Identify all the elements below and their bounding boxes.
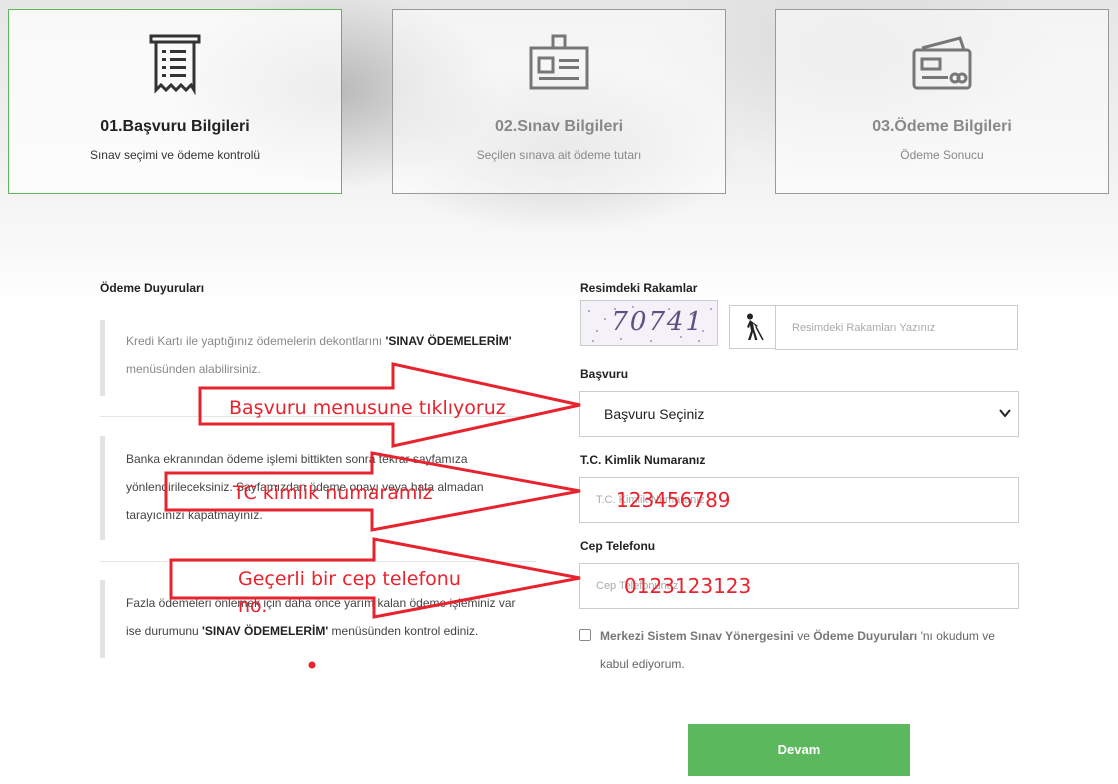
annotation-label-basvuru: Başvuru menusune tıklıyoruz [229,397,506,419]
announcements-heading: Ödeme Duyuruları [100,281,205,295]
annotation-label-phone: Geçerli bir cep telefonu [238,568,461,590]
captcha-digits: 70741 [607,307,707,337]
step-card-odeme[interactable]: 03.Ödeme Bilgileri Ödeme Sonucu [775,9,1109,194]
announcement-text: Kredi Kartı ile yaptığınız ödemelerin de… [126,334,386,348]
captcha-input[interactable] [775,305,1018,350]
agreement-link-yonerge[interactable]: Merkezi Sistem Sınav Yönergesini [600,629,794,643]
step-subtitle: Seçilen sınava ait ödeme tutarı [476,148,642,162]
annotation-dot [308,661,316,669]
agreement-text: Merkezi Sistem Sınav Yönergesini ve Ödem… [600,622,1020,678]
step-title: 03.Ödeme Bilgileri [872,118,1012,135]
application-label: Başvuru [580,367,629,381]
id-badge-icon [529,34,589,90]
agreement-link-duyurular[interactable]: Ödeme Duyuruları [813,629,917,643]
announcement-item: Fazla ödemeleri önlemek için daha önce y… [100,580,536,658]
agreement-text-part: ve [793,629,814,643]
step-card-basvuru[interactable]: 01.Başvuru Bilgileri Sınav seçimi ve öde… [8,9,342,194]
annotation-value-tc: 123456789 [616,488,731,512]
chevron-down-icon [999,409,1011,418]
application-select[interactable]: Başvuru Seçiniz [579,391,1019,437]
tc-label: T.C. Kimlik Numaranız [580,453,706,467]
announcement-bold: 'SINAV ÖDEMELERİM' [385,334,512,348]
phone-label: Cep Telefonu [580,539,656,553]
step-title: 01.Başvuru Bilgileri [100,118,250,135]
step-card-sinav[interactable]: 02.Sınav Bilgileri Seçilen sınava ait öd… [392,9,726,194]
announcement-bold: 'SINAV ÖDEMELERİM' [202,624,329,638]
annotation-label-tc: TC kimlik numaramiz [233,482,433,504]
continue-button[interactable]: Devam [688,724,910,776]
announcement-text: menüsünden alabilirsiniz. [126,362,261,376]
receipt-icon [149,34,201,96]
blind-person-icon [746,313,764,341]
audio-captcha-button[interactable] [729,305,775,349]
captcha-image: 70741 [580,300,718,346]
captcha-label: Resimdeki Rakamlar [580,281,698,295]
announcement-text: menüsünden kontrol ediniz. [328,624,479,638]
step-subtitle: Sınav seçimi ve ödeme kontrolü [89,148,261,162]
divider [100,561,536,562]
step-subtitle: Ödeme Sonucu [900,148,984,162]
application-selected: Başvuru Seçiniz [604,406,705,422]
annotation-label-phone-2: no. [238,595,268,617]
credit-card-icon [912,36,972,90]
step-title: 02.Sınav Bilgileri [494,118,624,135]
annotation-value-phone: 0123123123 [624,574,752,598]
announcement-item: Kredi Kartı ile yaptığınız ödemelerin de… [100,320,536,396]
agreement-checkbox[interactable] [579,629,591,641]
